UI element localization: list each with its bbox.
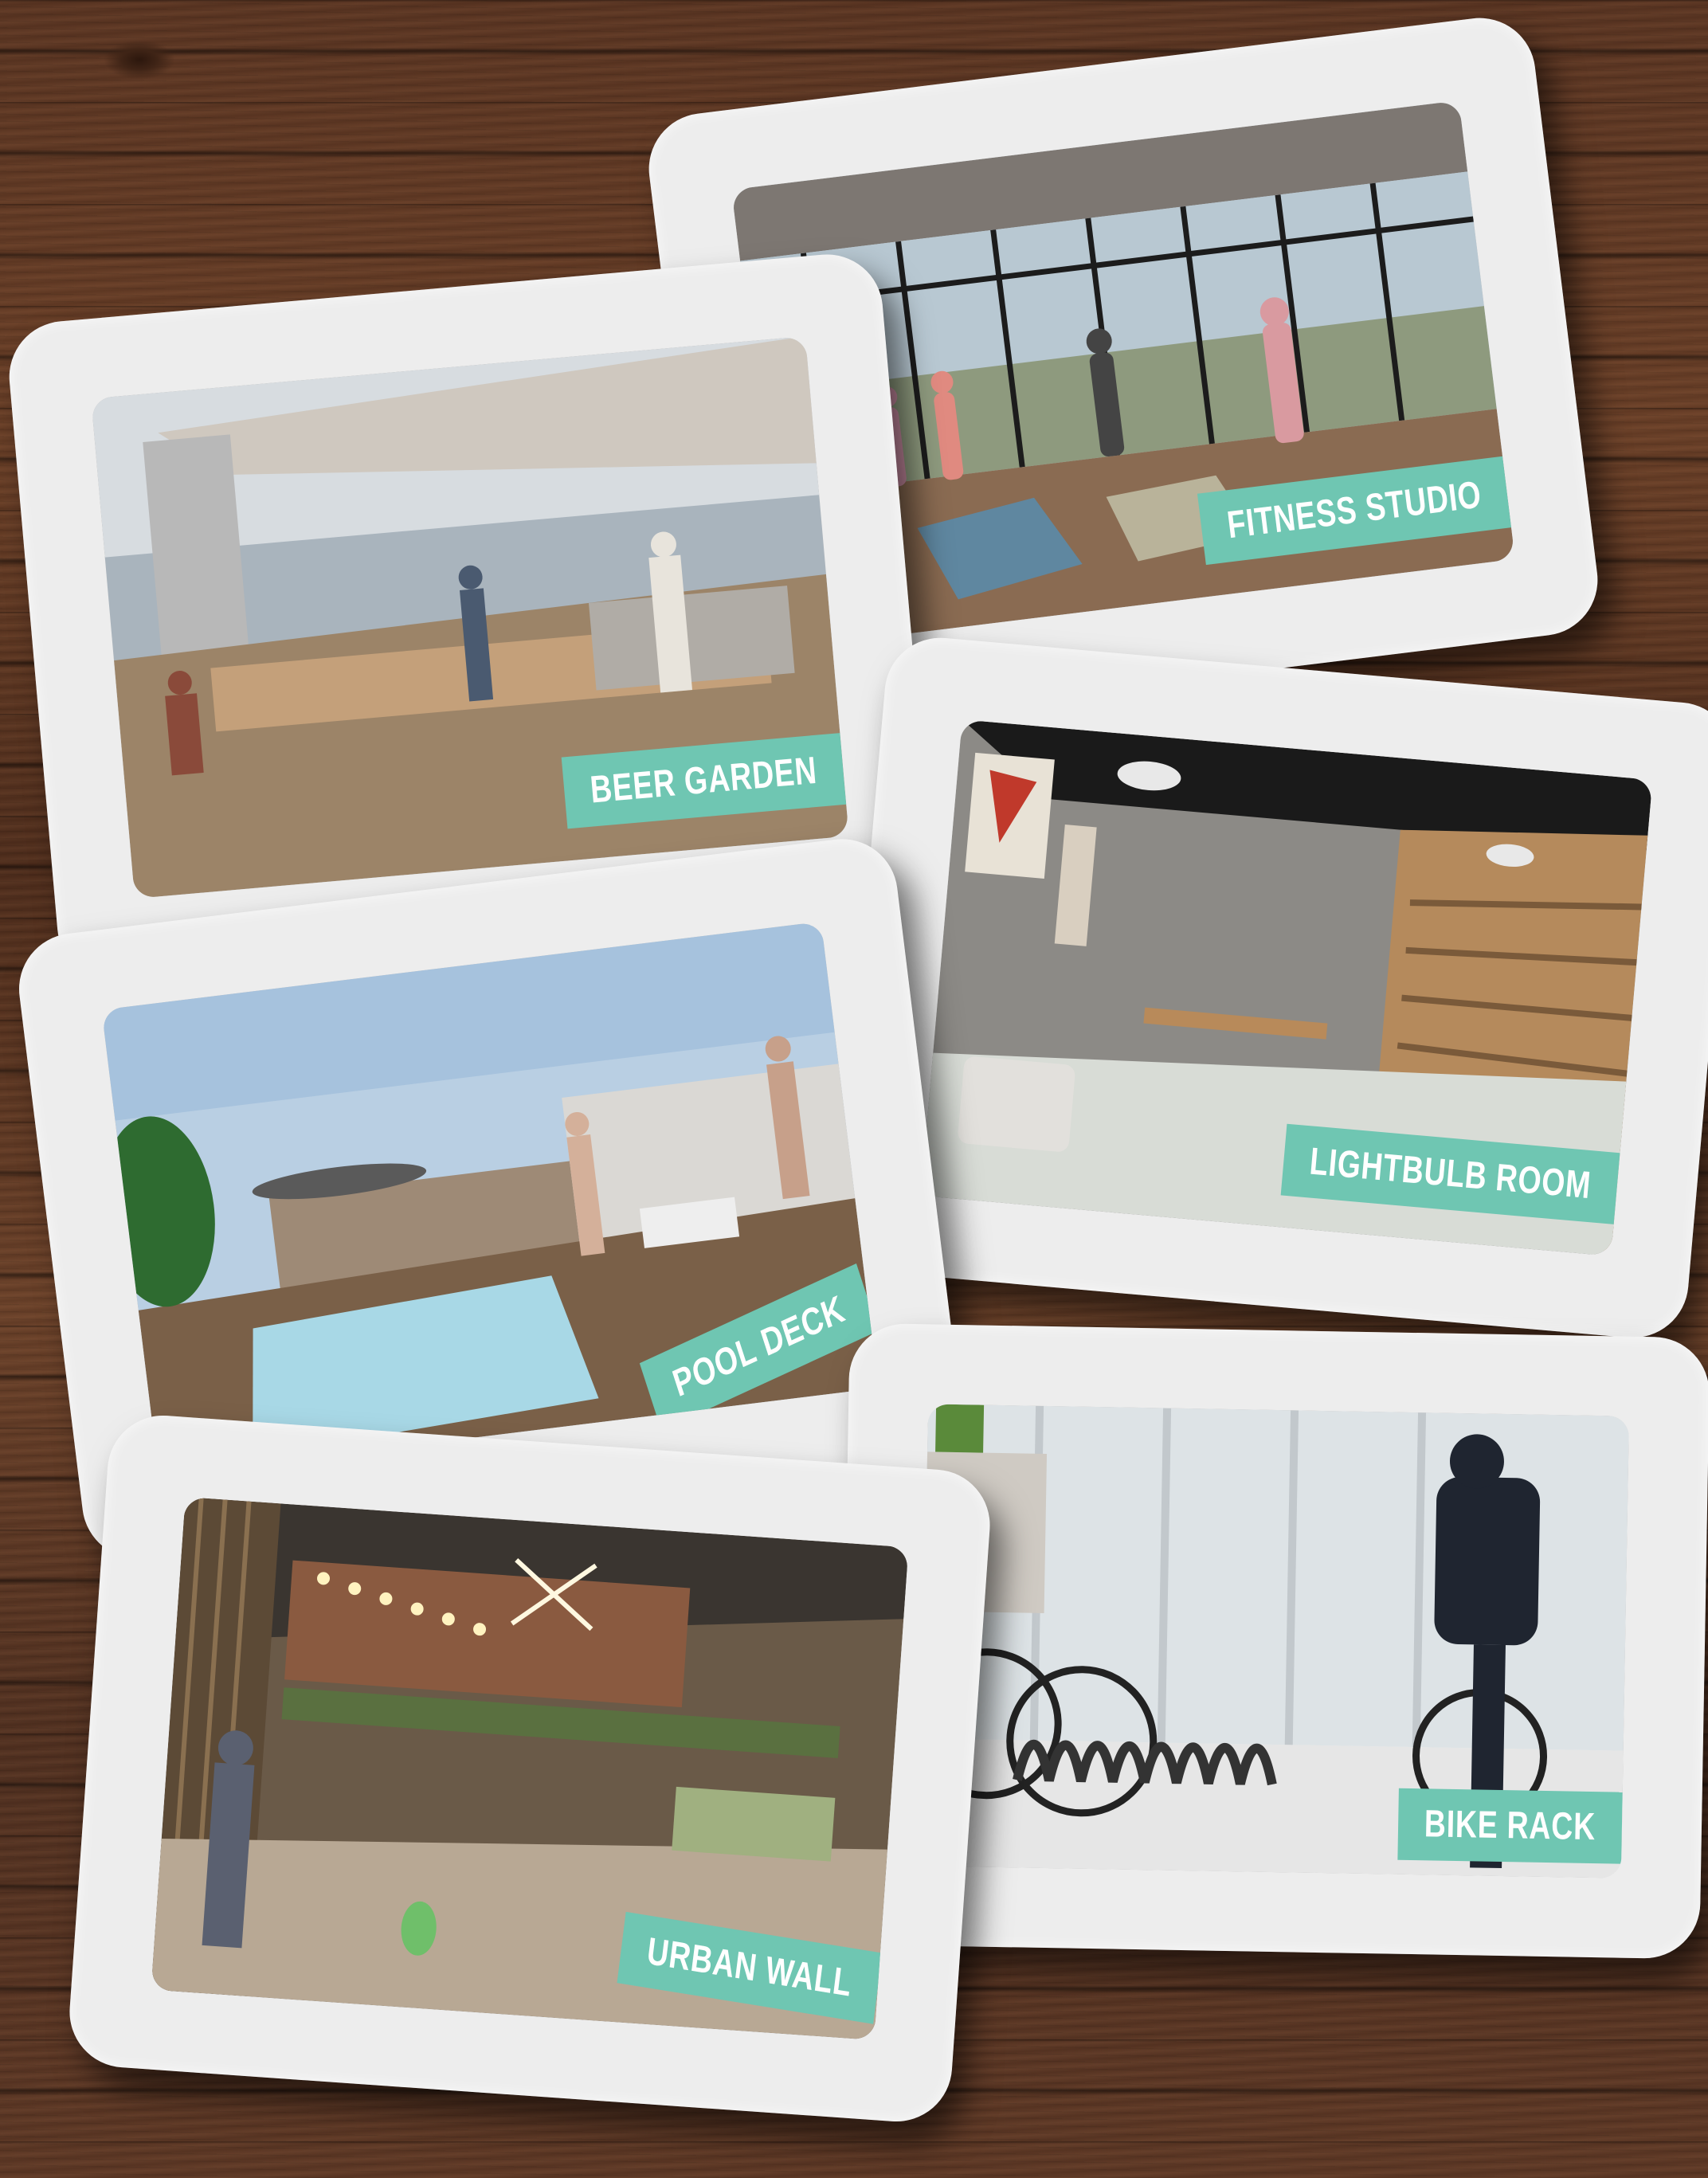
lightbulb-room-photo: LIGHTBULB ROOM (920, 719, 1653, 1256)
pool-deck-photo: POOL DECK (101, 921, 879, 1477)
card-lightbulb-room[interactable]: LIGHTBULB ROOM (834, 633, 1708, 1343)
bike-rack-label: BIKE RACK (1397, 1788, 1623, 1864)
beer-garden-photo: BEER GARDEN (91, 335, 849, 899)
urban-wall-photo: URBAN WALL (151, 1497, 909, 2040)
bike-rack-photo: BIKE RACK (920, 1404, 1629, 1878)
wood-knot (104, 40, 175, 80)
card-urban-wall[interactable]: URBAN WALL (65, 1412, 994, 2125)
